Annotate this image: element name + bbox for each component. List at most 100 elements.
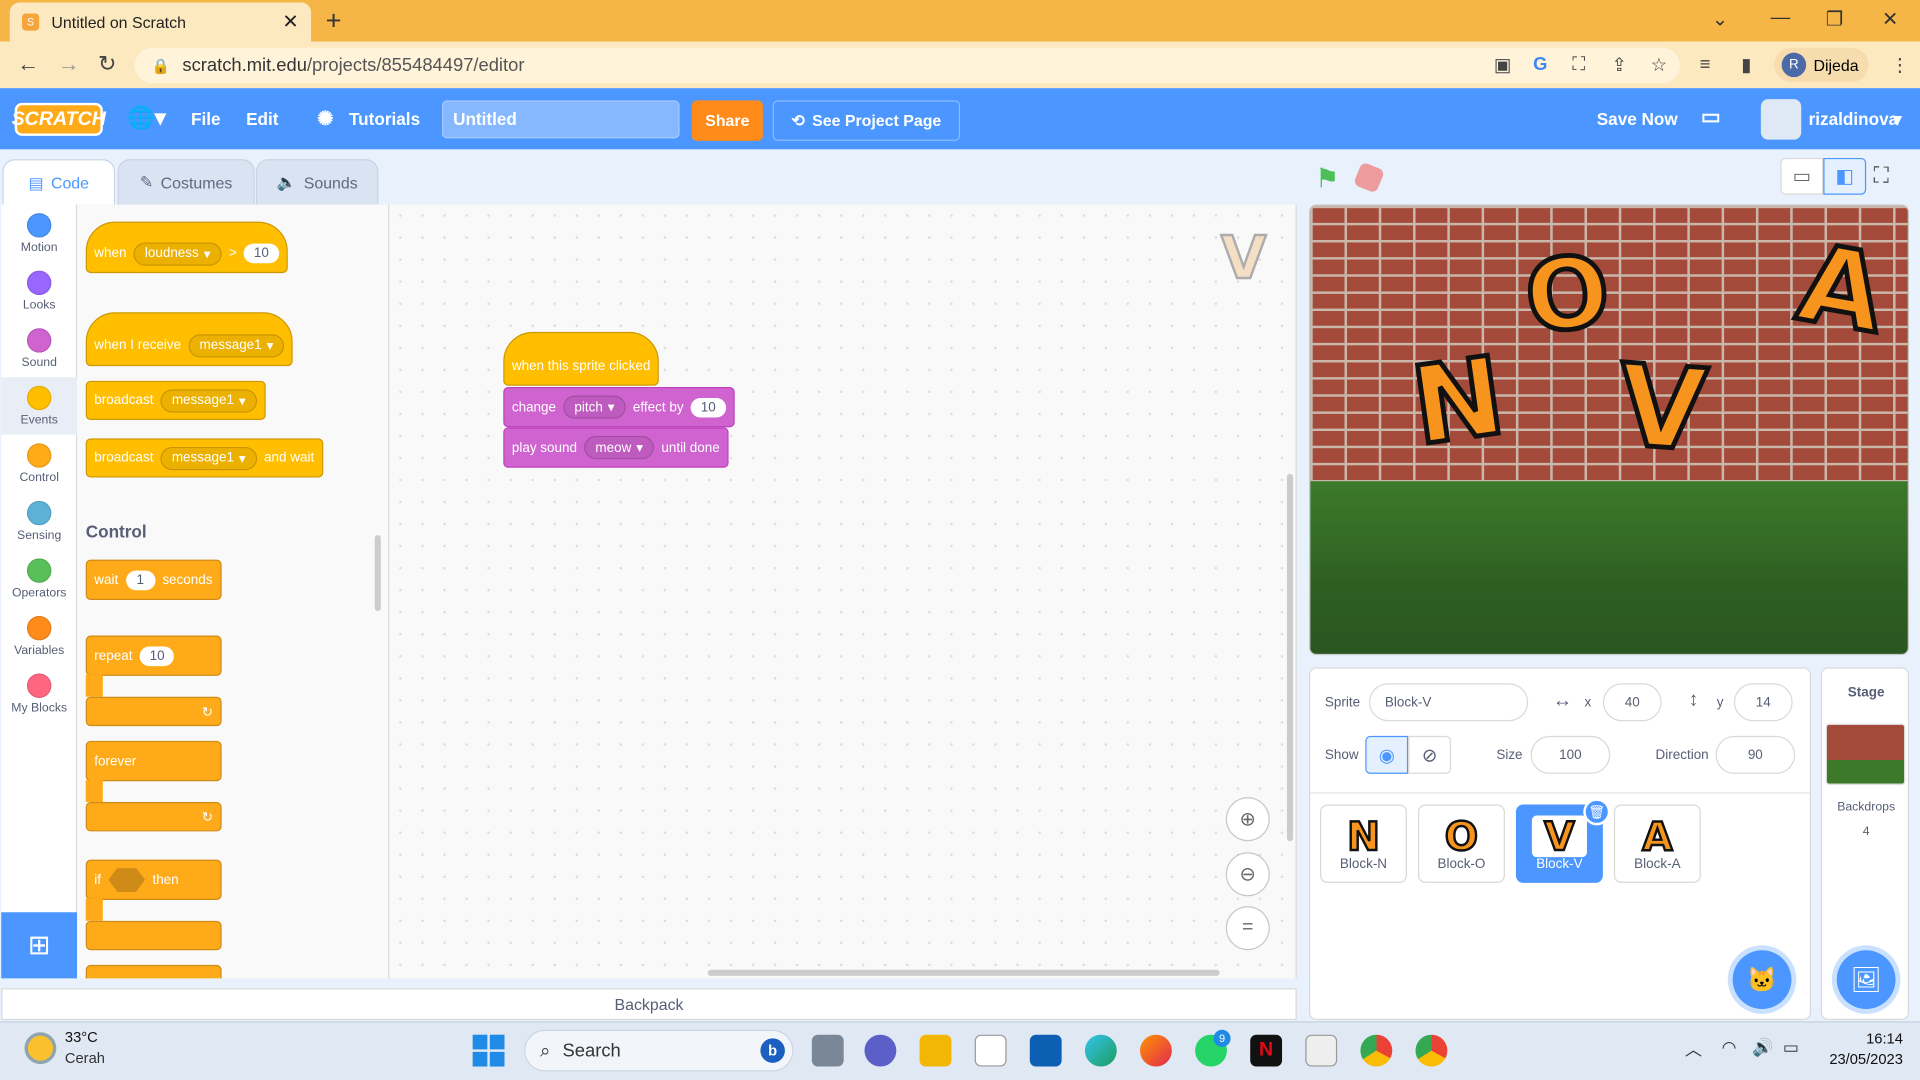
- zoom-in-icon[interactable]: ⊕: [1225, 797, 1270, 842]
- reload-icon[interactable]: ↻: [98, 51, 116, 77]
- play-sound-until-done-block[interactable]: play sound meow ▾ until done: [503, 427, 729, 468]
- stage-sprite-n[interactable]: N: [1402, 330, 1514, 472]
- message-dropdown[interactable]: message1 ▾: [160, 388, 257, 413]
- change-effect-block[interactable]: change pitch ▾ effect by 10: [503, 386, 735, 428]
- script-area[interactable]: when this sprite clicked change pitch ▾ e…: [389, 204, 1297, 979]
- category-sensing[interactable]: Sensing: [1, 492, 77, 550]
- side-panel-icon[interactable]: ▮: [1741, 54, 1751, 76]
- clock-date[interactable]: 23/05/2023: [1807, 1051, 1903, 1068]
- restore-icon[interactable]: ❐: [1826, 7, 1844, 31]
- if-then-block[interactable]: if then: [85, 859, 222, 901]
- edge-icon[interactable]: [1084, 1034, 1117, 1067]
- effect-dropdown[interactable]: pitch ▾: [563, 395, 626, 419]
- browser-tab[interactable]: S Untitled on Scratch ✕: [9, 2, 312, 42]
- volume-icon[interactable]: 🔊: [1752, 1037, 1773, 1058]
- firefox-icon[interactable]: [1140, 1034, 1172, 1067]
- new-tab-button[interactable]: +: [326, 5, 342, 37]
- green-flag-icon[interactable]: ⚑: [1315, 163, 1339, 195]
- loudness-dropdown[interactable]: loudness ▾: [133, 241, 222, 266]
- share-page-icon[interactable]: ⇪: [1611, 54, 1626, 76]
- snipping-tool-icon[interactable]: [1305, 1034, 1338, 1067]
- tab-code[interactable]: ▤ Code: [2, 159, 116, 206]
- translate-icon[interactable]: ⛶: [1572, 54, 1585, 75]
- script-horizontal-scrollbar[interactable]: [707, 969, 1220, 976]
- wait-block[interactable]: wait 1 seconds: [85, 559, 222, 601]
- file-menu[interactable]: File: [191, 109, 221, 129]
- when-i-receive-block[interactable]: when I receive message1 ▾: [85, 312, 293, 367]
- back-icon[interactable]: ←: [17, 51, 39, 77]
- security-app-icon[interactable]: [1029, 1034, 1062, 1067]
- tutorials-menu[interactable]: Tutorials: [349, 109, 420, 129]
- category-my-blocks[interactable]: My Blocks: [1, 665, 77, 723]
- sprite-name-input[interactable]: Block-V: [1368, 683, 1529, 722]
- battery-icon[interactable]: ▭: [1783, 1037, 1799, 1058]
- stage-sprite-o[interactable]: O: [1518, 231, 1618, 358]
- microsoft-store-icon[interactable]: [974, 1034, 1007, 1067]
- category-looks[interactable]: Looks: [1, 262, 77, 320]
- script-vertical-scrollbar[interactable]: [1286, 473, 1294, 842]
- camera-blocked-icon[interactable]: ▣: [1494, 54, 1511, 76]
- share-button[interactable]: Share: [691, 100, 763, 141]
- clock-time[interactable]: 16:14: [1822, 1030, 1903, 1047]
- message-dropdown[interactable]: message1 ▾: [160, 446, 257, 470]
- choose-sprite-cat-icon[interactable]: 🐱: [1732, 950, 1792, 1009]
- tray-chevron-icon[interactable]: ︿: [1685, 1037, 1702, 1061]
- user-avatar[interactable]: [1760, 99, 1802, 140]
- google-icon[interactable]: G: [1533, 54, 1547, 75]
- stage-sprite-v[interactable]: V: [1612, 338, 1713, 480]
- loudness-value-input[interactable]: 10: [244, 243, 279, 264]
- tab-search-chevron-icon[interactable]: ⌄: [1712, 7, 1728, 31]
- username-menu[interactable]: rizaldinova: [1809, 109, 1899, 129]
- choose-backdrop-icon[interactable]: 🖼: [1836, 950, 1896, 1009]
- when-sprite-clicked-block[interactable]: when this sprite clicked: [503, 331, 659, 386]
- category-control[interactable]: Control: [1, 435, 77, 493]
- category-motion[interactable]: Motion: [1, 204, 77, 262]
- file-explorer-icon[interactable]: [919, 1034, 952, 1067]
- delete-sprite-trash-icon[interactable]: 🗑: [1583, 798, 1611, 826]
- close-window-icon[interactable]: ✕: [1882, 7, 1898, 31]
- stage-selector-panel[interactable]: Stage Backdrops 4 🖼: [1820, 667, 1909, 1021]
- stage-canvas[interactable]: N O V A: [1308, 204, 1909, 656]
- minimize-icon[interactable]: —: [1771, 7, 1791, 29]
- category-variables[interactable]: Variables: [1, 607, 77, 665]
- user-caret-icon[interactable]: ▾: [1893, 109, 1902, 130]
- zoom-reset-icon[interactable]: =: [1225, 906, 1270, 951]
- teams-chat-icon[interactable]: [864, 1034, 897, 1067]
- hide-eye-slash-icon[interactable]: ⊘: [1408, 735, 1452, 774]
- add-extension-button[interactable]: ⊞: [1, 912, 78, 979]
- repeat-count-input[interactable]: 10: [139, 645, 175, 666]
- size-input[interactable]: 100: [1530, 735, 1611, 774]
- y-input[interactable]: 14: [1733, 683, 1793, 722]
- see-project-page-button[interactable]: ⟲ See Project Page: [772, 100, 961, 141]
- edit-menu[interactable]: Edit: [246, 109, 278, 129]
- chrome-profile-icon[interactable]: [1415, 1034, 1448, 1067]
- sprite-tile-block-n[interactable]: N Block-N: [1320, 804, 1407, 883]
- url-field[interactable]: 🔒 scratch.mit.edu/projects/855484497/edi…: [134, 47, 1681, 84]
- palette-scrollbar[interactable]: [374, 535, 381, 612]
- chrome-menu-icon[interactable]: ⋮: [1891, 54, 1909, 76]
- bookmark-star-icon[interactable]: ☆: [1651, 54, 1667, 76]
- netflix-icon[interactable]: N: [1250, 1034, 1283, 1067]
- fullscreen-icon[interactable]: ⛶: [1873, 163, 1888, 189]
- bing-icon[interactable]: b: [760, 1038, 785, 1063]
- effect-amount-input[interactable]: 10: [690, 397, 726, 417]
- condition-slot[interactable]: [108, 867, 146, 893]
- profile-chip[interactable]: R Dijeda: [1774, 47, 1869, 83]
- close-tab-icon[interactable]: ✕: [282, 10, 298, 34]
- scratch-logo[interactable]: SCRATCH: [12, 102, 106, 136]
- tab-sounds[interactable]: 🔈 Sounds: [255, 159, 379, 206]
- category-events[interactable]: Events: [1, 377, 78, 435]
- x-input[interactable]: 40: [1602, 683, 1662, 722]
- broadcast-block[interactable]: broadcast message1 ▾: [85, 380, 266, 421]
- wifi-icon[interactable]: ◠: [1722, 1037, 1737, 1058]
- chrome-icon[interactable]: [1360, 1034, 1393, 1067]
- backpack[interactable]: Backpack: [1, 988, 1297, 1021]
- category-sound[interactable]: Sound: [1, 320, 77, 378]
- forward-icon[interactable]: →: [58, 51, 80, 77]
- if-else-block[interactable]: [85, 964, 222, 979]
- save-now-button[interactable]: Save Now: [1597, 109, 1678, 129]
- show-visible-eye-icon[interactable]: ◉: [1365, 735, 1409, 774]
- broadcast-and-wait-block[interactable]: broadcast message1 ▾ and wait: [85, 438, 323, 478]
- category-operators[interactable]: Operators: [1, 550, 77, 608]
- sprite-tile-block-o[interactable]: O Block-O: [1417, 804, 1505, 883]
